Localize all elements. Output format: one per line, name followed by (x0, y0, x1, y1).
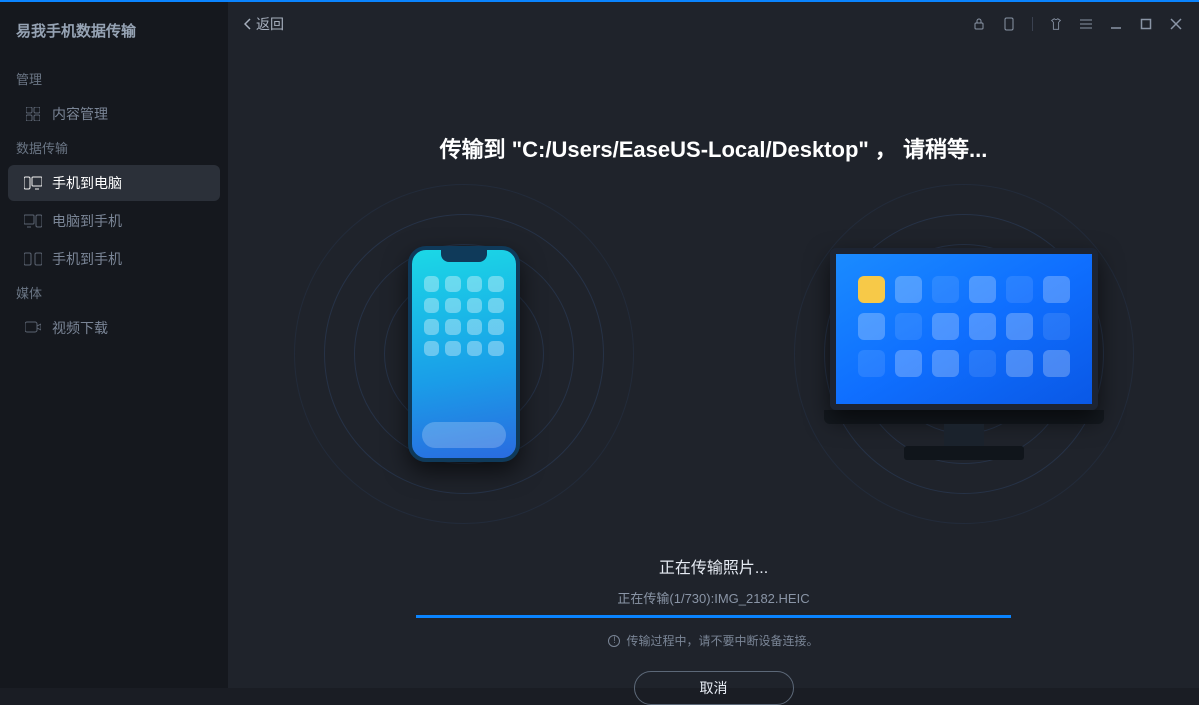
window-controls (972, 17, 1183, 31)
status-file: 正在传输(1/730):IMG_2182.HEIC (414, 588, 1014, 607)
sidebar-item-video-download[interactable]: 视频下载 (8, 310, 220, 346)
sidebar: 易我手机数据传输 管理 内容管理 数据传输 手机到电脑 电脑到手机 手机到手机 … (0, 2, 228, 688)
sidebar-item-pc-to-phone[interactable]: 电脑到手机 (8, 203, 220, 239)
pc-to-phone-icon (24, 214, 42, 228)
sidebar-item-label: 视频下载 (52, 318, 108, 338)
section-transfer: 数据传输 (0, 134, 228, 165)
status-block: 正在传输照片... 正在传输(1/730):IMG_2182.HEIC ! 传输… (414, 554, 1014, 705)
lock-icon[interactable] (972, 17, 986, 31)
phone-icon[interactable] (1002, 17, 1016, 31)
monitor-icon (830, 248, 1098, 410)
content: 传输到 "C:/Users/EaseUS-Local/Desktop" ， 请稍… (228, 46, 1199, 688)
sidebar-item-label: 手机到手机 (52, 249, 122, 269)
chevron-left-icon (244, 18, 252, 30)
menu-icon[interactable] (1079, 17, 1093, 31)
sidebar-item-label: 电脑到手机 (52, 211, 122, 231)
status-title: 正在传输照片... (414, 554, 1014, 578)
shirt-icon[interactable] (1049, 17, 1063, 31)
warning-label: 传输过程中，请不要中断设备连接。 (626, 632, 818, 649)
main-area: 返回 传输到 (228, 2, 1199, 688)
transfer-heading: 传输到 "C:/Users/EaseUS-Local/Desktop" ， 请稍… (440, 132, 988, 164)
grid-icon (24, 107, 42, 121)
section-manage: 管理 (0, 65, 228, 96)
maximize-icon[interactable] (1139, 17, 1153, 31)
sidebar-item-phone-to-phone[interactable]: 手机到手机 (8, 241, 220, 277)
topbar: 返回 (228, 2, 1199, 46)
back-button[interactable]: 返回 (244, 14, 284, 34)
video-download-icon (24, 321, 42, 335)
close-icon[interactable] (1169, 17, 1183, 31)
pc-device (824, 214, 1104, 494)
warning-text: ! 传输过程中，请不要中断设备连接。 (414, 632, 1014, 649)
minimize-icon[interactable] (1109, 17, 1123, 31)
sidebar-item-label: 内容管理 (52, 104, 108, 124)
sidebar-item-label: 手机到电脑 (52, 173, 122, 193)
app-title: 易我手机数据传输 (0, 20, 228, 65)
divider (1032, 17, 1033, 31)
info-icon: ! (608, 635, 620, 647)
progress-bar-fill (416, 615, 1011, 618)
phone-icon (408, 246, 520, 462)
phone-to-pc-icon (24, 176, 42, 190)
section-media: 媒体 (0, 279, 228, 310)
progress-bar-track (416, 615, 1011, 618)
sidebar-item-phone-to-pc[interactable]: 手机到电脑 (8, 165, 220, 201)
phone-device (324, 214, 604, 494)
devices-illustration (324, 214, 1104, 494)
phone-to-phone-icon (24, 252, 42, 266)
sidebar-item-content-manage[interactable]: 内容管理 (8, 96, 220, 132)
cancel-button[interactable]: 取消 (634, 671, 794, 705)
back-label: 返回 (256, 14, 284, 34)
